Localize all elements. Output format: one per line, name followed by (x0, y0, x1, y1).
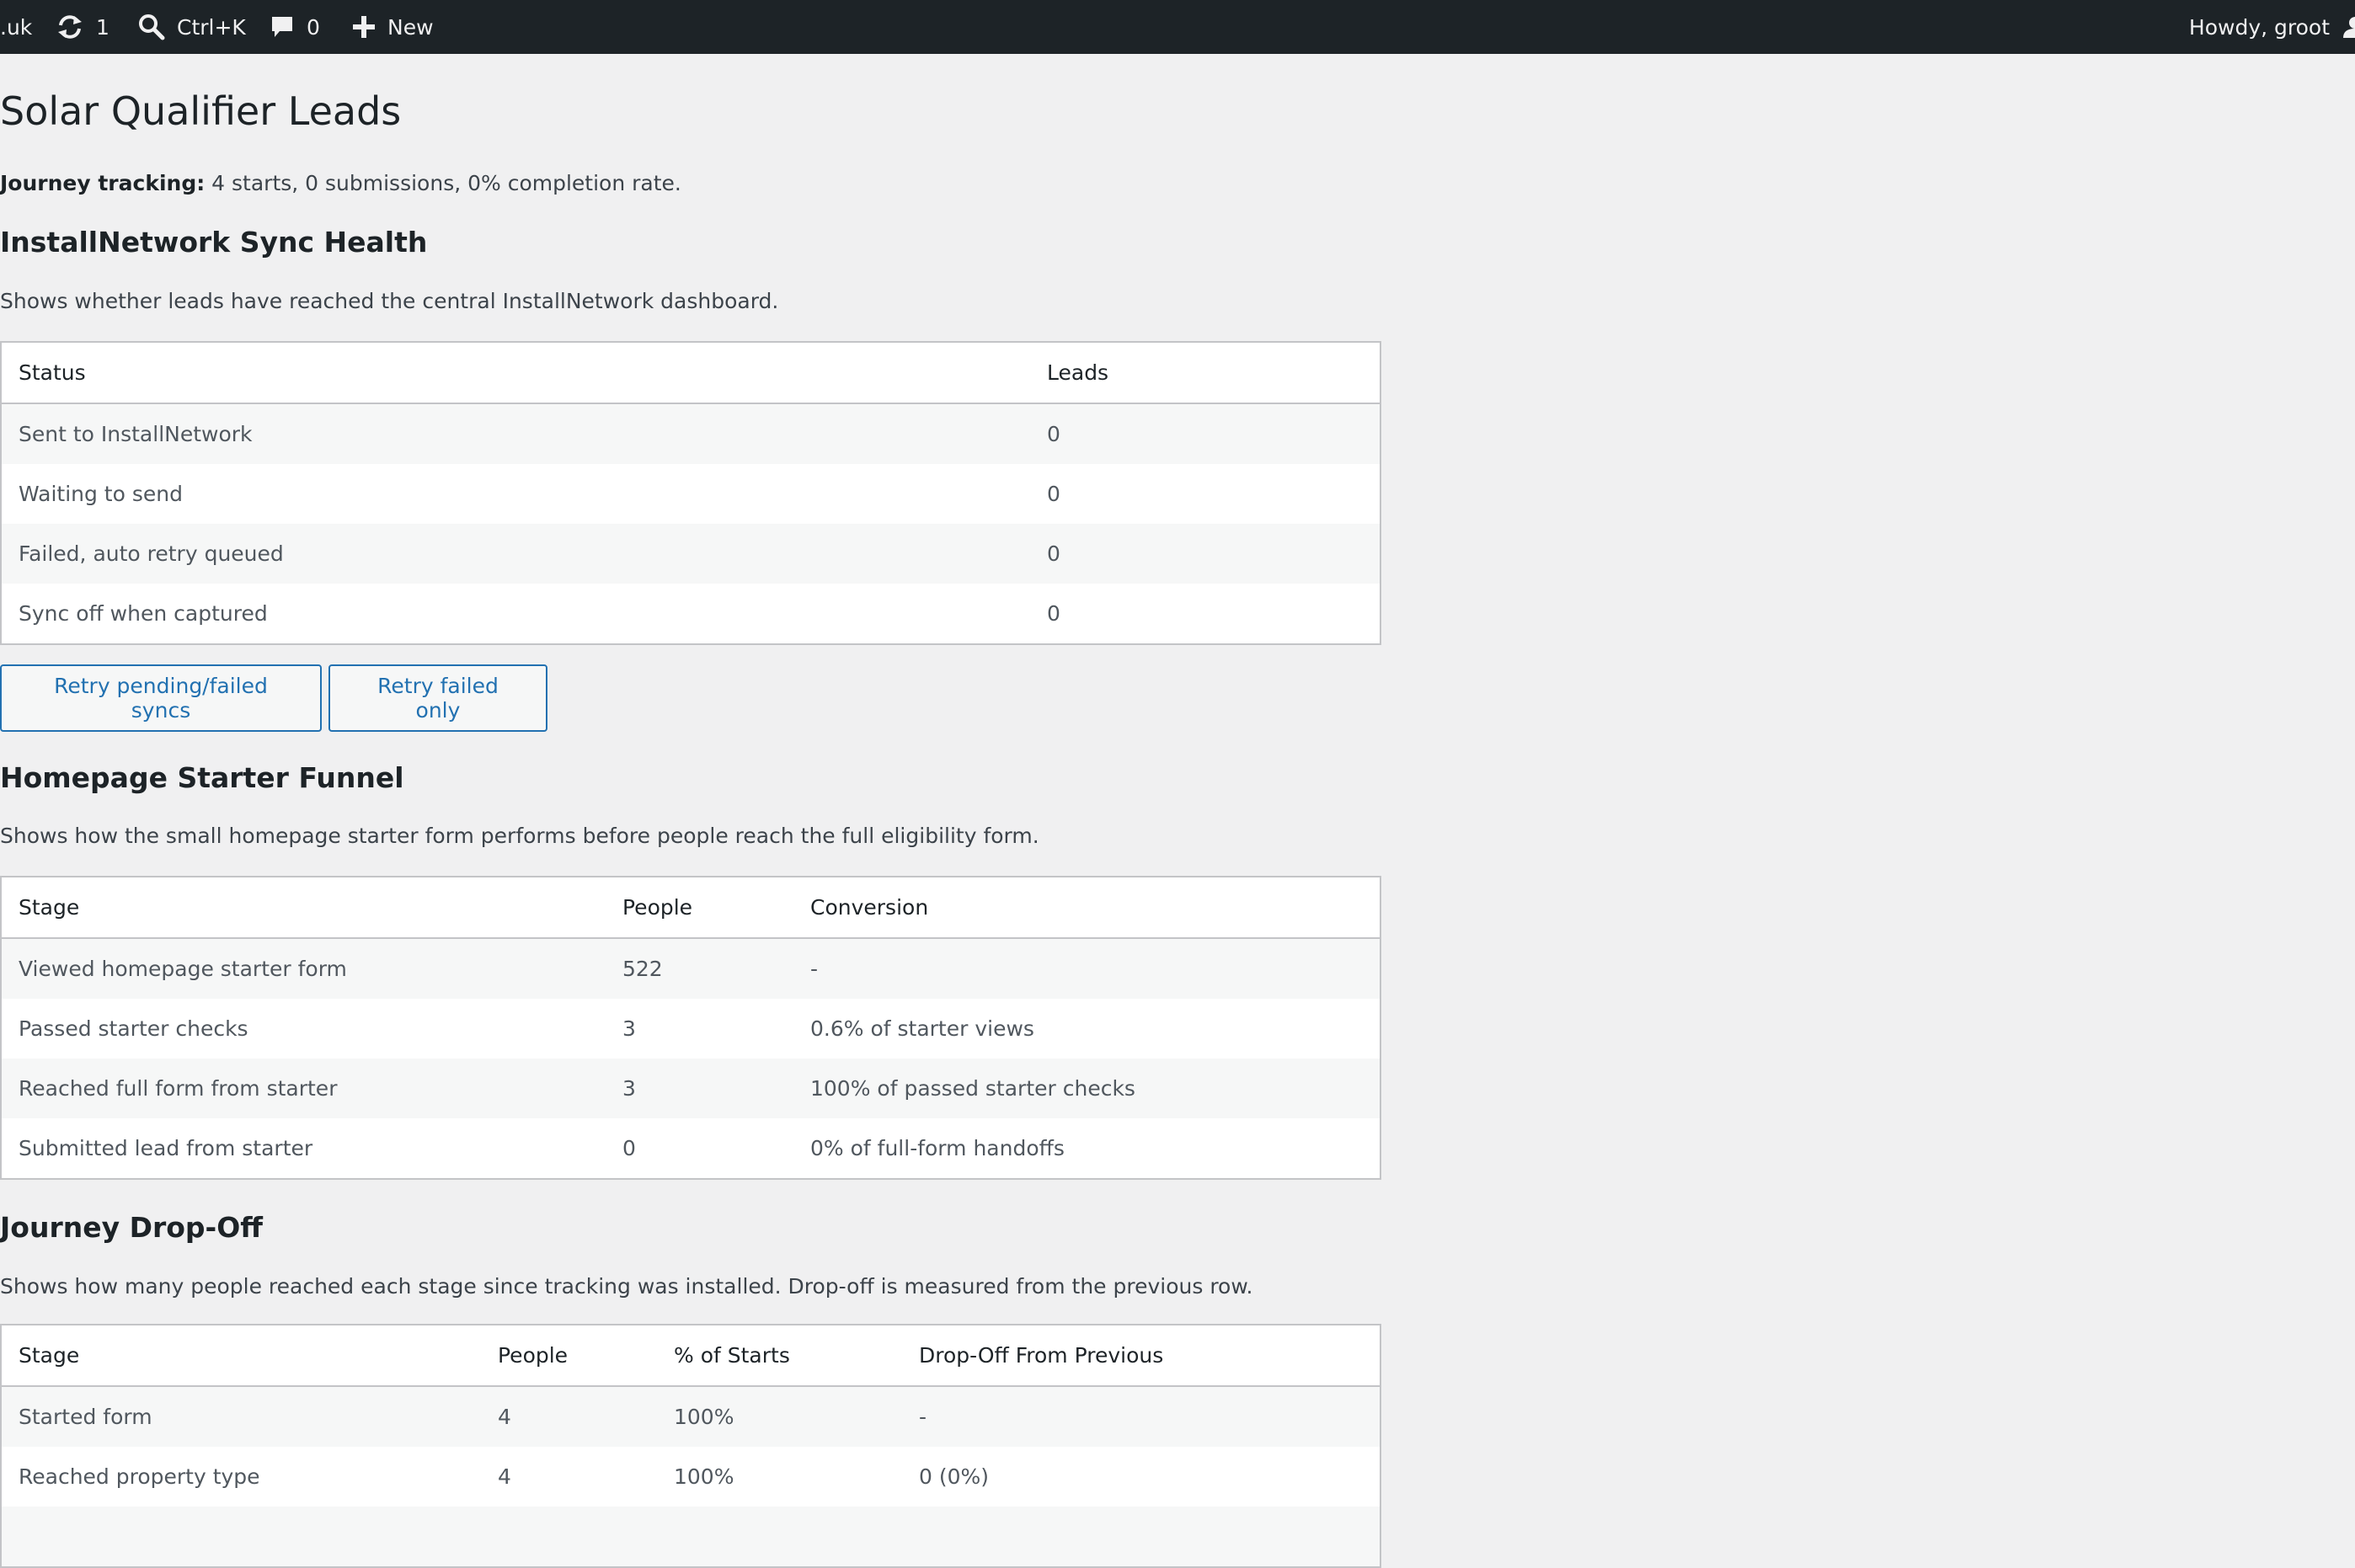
updates-link[interactable]: 1 (56, 0, 109, 54)
table-row: Reached full form from starter 3 100% of… (1, 1059, 1380, 1118)
column-header: Conversion (793, 877, 1380, 939)
people-cell: 3 (606, 999, 793, 1059)
people-cell: 0 (606, 1118, 793, 1179)
status-cell: Sync off when captured (1, 584, 1030, 644)
journey-dropoff-table: Stage People % of Starts Drop-Off From P… (0, 1324, 1381, 1568)
site-name-link[interactable]: .uk (0, 0, 32, 54)
starter-funnel-table: Stage People Conversion Viewed homepage … (0, 876, 1381, 1180)
percent-of-starts-cell: 100% (657, 1386, 902, 1447)
table-header-row: Stage People Conversion (1, 877, 1380, 939)
howdy-text: Howdy, groot (2188, 14, 2330, 40)
column-header: Stage (1, 1325, 481, 1387)
search-icon (139, 14, 165, 40)
leads-cell: 0 (1030, 524, 1380, 584)
column-header: People (606, 877, 793, 939)
column-header: % of Starts (657, 1325, 902, 1387)
table-row: Sync off when captured 0 (1, 584, 1380, 644)
dropoff-cell: - (902, 1386, 1380, 1447)
percent-of-starts-cell: 100% (657, 1447, 902, 1507)
status-cell: Waiting to send (1, 464, 1030, 524)
stage-cell: Started form (1, 1386, 481, 1447)
comments-link[interactable]: 0 (270, 0, 320, 54)
conversion-cell: 0% of full-form handoffs (793, 1118, 1380, 1179)
table-row: Failed, auto retry queued 0 (1, 524, 1380, 584)
journey-tracking-summary: Journey tracking: 4 starts, 0 submission… (0, 168, 681, 199)
updates-icon (58, 15, 82, 39)
column-header: People (481, 1325, 657, 1387)
stage-cell: Reached full form from starter (1, 1059, 606, 1118)
retry-failed-only-button[interactable]: Retry failed only (328, 664, 547, 732)
new-label: New (387, 14, 434, 40)
table-row: Sent to InstallNetwork 0 (1, 403, 1380, 464)
new-content-link[interactable]: New (352, 0, 434, 54)
table-header-row: Status Leads (1, 342, 1380, 404)
stage-cell: Submitted lead from starter (1, 1118, 606, 1179)
table-header-row: Stage People % of Starts Drop-Off From P… (1, 1325, 1380, 1387)
column-header: Stage (1, 877, 606, 939)
status-cell: Failed, auto retry queued (1, 524, 1030, 584)
table-row: Submitted lead from starter 0 0% of full… (1, 1118, 1380, 1179)
table-row: Viewed homepage starter form 522 - (1, 938, 1380, 999)
sync-health-heading: InstallNetwork Sync Health (0, 226, 428, 259)
journey-dropoff-heading: Journey Drop-Off (0, 1211, 264, 1244)
table-row: Passed starter checks 3 0.6% of starter … (1, 999, 1380, 1059)
leads-cell: 0 (1030, 464, 1380, 524)
conversion-cell: 100% of passed starter checks (793, 1059, 1380, 1118)
status-cell: Sent to InstallNetwork (1, 403, 1030, 464)
avatar-icon (2343, 17, 2355, 38)
leads-cell: 0 (1030, 584, 1380, 644)
stage-cell: Reached property type (1, 1447, 481, 1507)
retry-pending-failed-button[interactable]: Retry pending/failed syncs (0, 664, 322, 732)
journey-tracking-label: Journey tracking: (0, 171, 206, 195)
stage-cell: Passed starter checks (1, 999, 606, 1059)
table-row: Reached property type 4 100% 0 (0%) (1, 1447, 1380, 1507)
stage-cell: Viewed homepage starter form (1, 938, 606, 999)
sync-health-table: Status Leads Sent to InstallNetwork 0 Wa… (0, 341, 1381, 645)
journey-dropoff-description: Shows how many people reached each stage… (0, 1274, 1253, 1299)
comments-count: 0 (307, 14, 320, 40)
conversion-cell: - (793, 938, 1380, 999)
column-header: Drop-Off From Previous (902, 1325, 1380, 1387)
updates-count: 1 (96, 14, 109, 40)
my-account-link[interactable]: Howdy, groot (2189, 0, 2355, 54)
comment-icon (272, 17, 292, 37)
search-shortcut[interactable]: Ctrl+K (138, 0, 246, 54)
starter-funnel-heading: Homepage Starter Funnel (0, 761, 404, 794)
sync-health-description: Shows whether leads have reached the cen… (0, 289, 779, 313)
people-cell: 522 (606, 938, 793, 999)
people-cell: 3 (606, 1059, 793, 1118)
column-header: Leads (1030, 342, 1380, 404)
journey-tracking-text: 4 starts, 0 submissions, 0% completion r… (211, 171, 681, 195)
starter-funnel-description: Shows how the small homepage starter for… (0, 824, 1039, 848)
leads-cell: 0 (1030, 403, 1380, 464)
search-shortcut-label: Ctrl+K (177, 14, 246, 40)
table-row: Started form 4 100% - (1, 1386, 1380, 1447)
site-name: .uk (0, 14, 33, 40)
dropoff-cell: 0 (0%) (902, 1447, 1380, 1507)
table-row: Waiting to send 0 (1, 464, 1380, 524)
page-title: Solar Qualifier Leads (0, 88, 402, 134)
plus-icon (353, 16, 375, 38)
admin-bar: .uk 1 Ctrl+K 0 New Howdy, groot (0, 0, 2355, 54)
column-header: Status (1, 342, 1030, 404)
conversion-cell: 0.6% of starter views (793, 999, 1380, 1059)
people-cell: 4 (481, 1447, 657, 1507)
people-cell: 4 (481, 1386, 657, 1447)
